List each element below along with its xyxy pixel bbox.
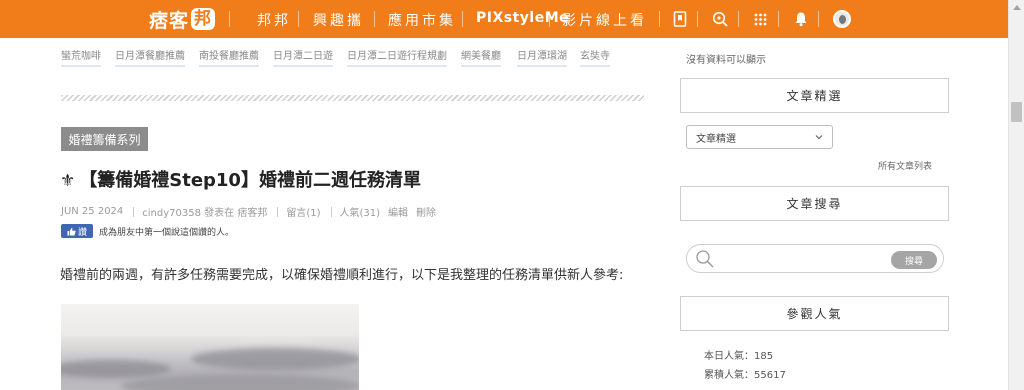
tag-link[interactable]: 南投餐廳推薦 — [199, 47, 259, 67]
meta-divider — [330, 206, 332, 217]
article-intro: 婚禮前的兩週，有許多任務需要完成，以確保婚禮順利進行，以下是我整理的任務清單供新… — [60, 268, 624, 283]
no-data-text: 沒有資料可以顯示 — [686, 55, 766, 66]
decorative-divider — [61, 95, 644, 101]
delete-link[interactable]: 刪除 — [416, 204, 436, 219]
cloud-shape — [61, 360, 171, 378]
tag-link[interactable]: 日月潭二日遊行程規劃 — [347, 47, 447, 67]
nav-divider — [778, 11, 779, 27]
search-input[interactable] — [721, 250, 871, 268]
cloud-shape — [121, 374, 359, 390]
nav-divider — [298, 11, 299, 27]
featured-posts-select[interactable]: 文章精選 — [686, 125, 833, 149]
tag-link[interactable]: 日月潭二日遊 — [273, 47, 333, 67]
meta-divider — [133, 206, 135, 217]
meta-divider — [277, 206, 279, 217]
tag-link[interactable]: 日月潭餐廳推薦 — [115, 47, 185, 67]
tag-link[interactable]: 蠻荒咖啡 — [61, 47, 101, 67]
nav-divider — [818, 11, 819, 27]
logo-badge: 邦 — [191, 8, 216, 30]
article-photo[interactable] — [61, 304, 359, 390]
article-meta: JUN 25 2024 cindy70358 發表在 痞客邦 留言(1) 人氣(… — [61, 204, 444, 219]
nav-divider — [659, 11, 660, 27]
scroll-thumb[interactable] — [1011, 102, 1022, 122]
tag-link[interactable]: 玄奘寺 — [580, 47, 610, 67]
bookmark-icon[interactable] — [670, 9, 690, 29]
fleur-de-lis-icon: ⚜ — [60, 171, 76, 191]
today-views: 本日人氣：185 — [704, 351, 774, 362]
bell-icon[interactable] — [791, 9, 811, 29]
search-icon — [696, 250, 714, 268]
search-button[interactable]: 搜尋 — [891, 251, 937, 269]
nav-interests[interactable]: 興趣攜 — [313, 10, 364, 30]
search-icon[interactable] — [710, 9, 730, 29]
chevron-down-icon — [815, 135, 823, 140]
comments-link[interactable]: 留言(1) — [286, 204, 320, 219]
cloud-shape — [191, 348, 359, 370]
like-label: 讚 — [77, 227, 87, 238]
article-title-text: 【籌備婚禮Step10】婚禮前二週任務清單 — [79, 170, 421, 191]
tag-link[interactable]: 日月潭環湖 — [517, 47, 567, 67]
apps-grid-icon[interactable] — [750, 9, 770, 29]
featured-posts-title: 文章精選 — [786, 89, 843, 103]
top-nav-bar: 痞客邦 邦邦 興趣攜 應用市集 PIXstyleMe 影片線上看 — [0, 0, 1008, 38]
category-badge[interactable]: 婚禮籌備系列 — [61, 127, 148, 151]
author-line[interactable]: cindy70358 發表在 痞客邦 — [142, 204, 267, 219]
nav-divider — [738, 11, 739, 27]
popularity-header: 參觀人氣 — [680, 296, 949, 331]
page-scrollbar[interactable] — [1008, 0, 1024, 390]
like-button[interactable]: 讚 — [61, 224, 93, 238]
featured-posts-header: 文章精選 — [680, 78, 949, 113]
logo-text: 痞客 — [149, 9, 190, 32]
like-text: 成為朋友中第一個說這個讚的人。 — [99, 227, 235, 238]
post-search-title: 文章搜尋 — [786, 197, 843, 211]
nav-divider — [462, 11, 463, 27]
popularity-title: 參觀人氣 — [786, 307, 843, 321]
nav-bangbang[interactable]: 邦邦 — [257, 10, 291, 30]
pixnet-logo[interactable]: 痞客邦 — [149, 6, 216, 32]
article-title[interactable]: ⚜ 【籌備婚禮Step10】婚禮前二週任務清單 — [60, 166, 421, 192]
nav-divider — [549, 11, 550, 27]
nav-divider — [374, 11, 375, 27]
post-date: JUN 25 2024 — [61, 206, 124, 217]
thumbs-up-icon — [67, 227, 76, 235]
featured-select-value: 文章精選 — [696, 133, 736, 145]
post-search-header: 文章搜尋 — [680, 186, 949, 221]
tag-link[interactable]: 網美餐廳 — [461, 47, 501, 67]
views-count: 人氣(31) — [339, 208, 381, 219]
nav-pixstyleme[interactable]: PIXstyleMe — [476, 10, 569, 26]
total-views: 累積人氣：55617 — [704, 370, 786, 381]
nav-video[interactable]: 影片線上看 — [562, 10, 647, 30]
avatar[interactable] — [833, 10, 851, 28]
edit-link[interactable]: 編輯 — [388, 204, 408, 219]
scroll-up-arrow-icon[interactable] — [1013, 5, 1021, 10]
nav-divider — [229, 11, 230, 27]
nav-app-market[interactable]: 應用市集 — [388, 10, 456, 30]
like-row: 讚 成為朋友中第一個說這個讚的人。 — [61, 224, 234, 238]
nav-divider — [697, 11, 698, 27]
all-posts-link[interactable]: 所有文章列表 — [878, 159, 932, 172]
